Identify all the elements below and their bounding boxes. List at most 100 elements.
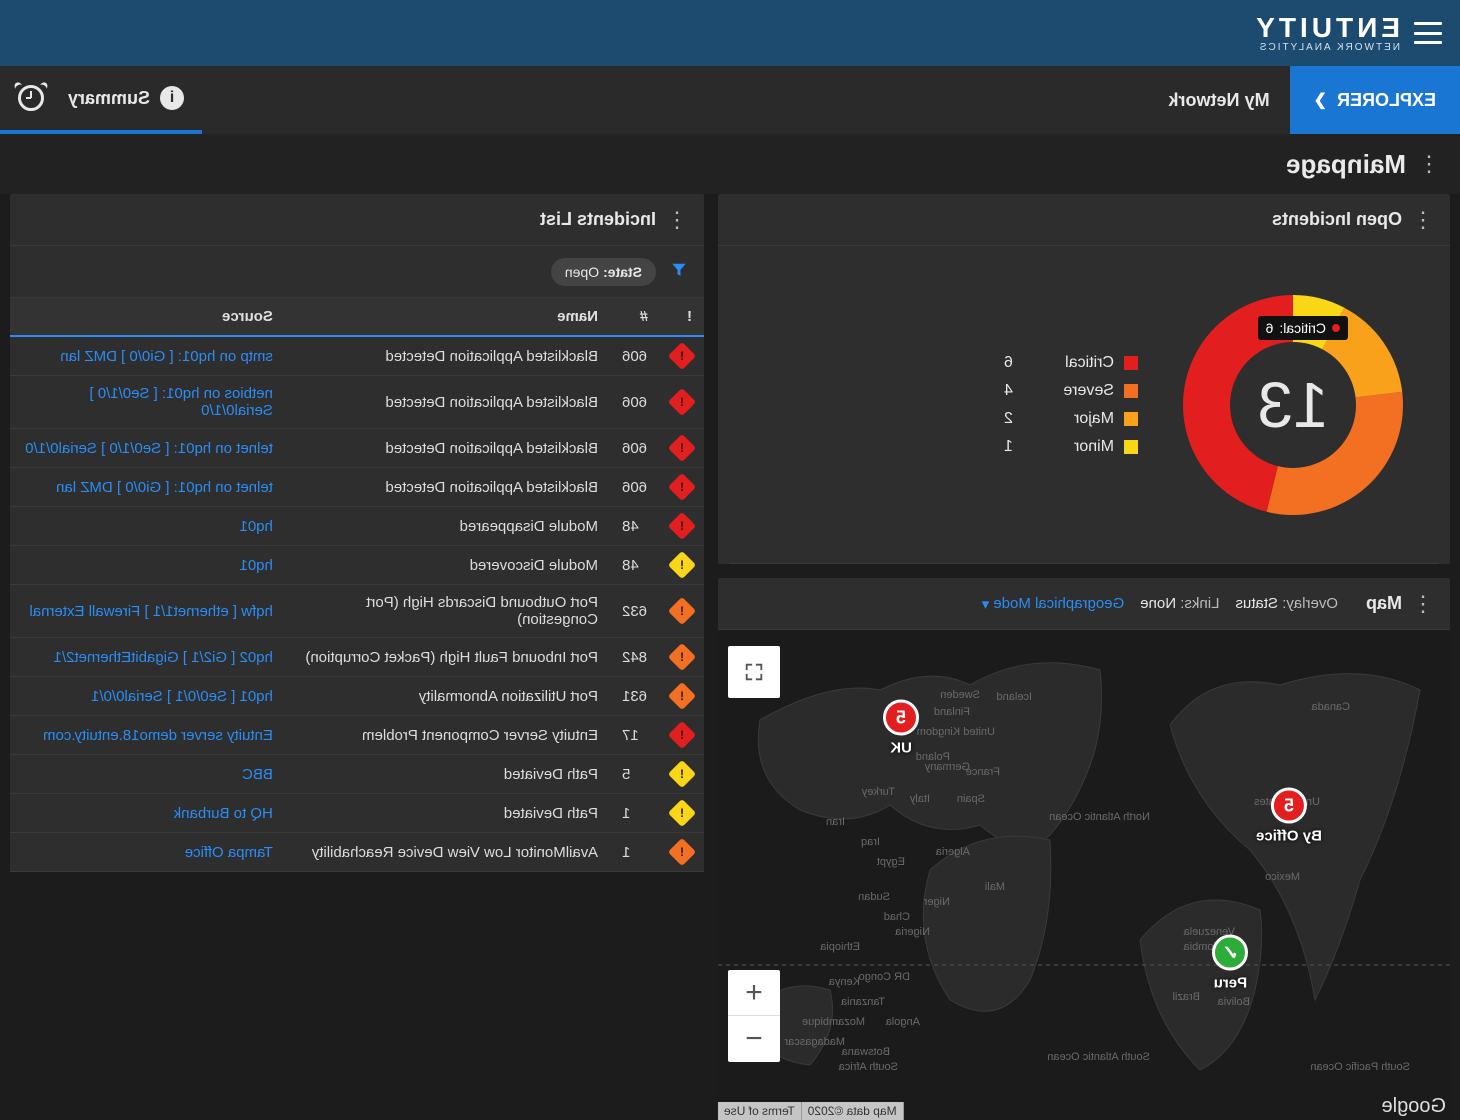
cell-count: 1 [610,833,660,872]
source-link[interactable]: BBC [242,766,273,783]
legend-item[interactable]: Severe 4 [1004,382,1138,400]
source-link[interactable]: hq02 [ Gi2/1 ] GigabitEthernet2/1 [54,649,273,666]
severity-badge-icon: ! [668,597,696,625]
table-row[interactable]: ! 17 Entuity Server Component Problem En… [10,716,704,755]
map-pin[interactable]: 5 UK [883,700,919,757]
svg-text:Algeria: Algeria [935,846,970,858]
legend-value: 1 [1004,438,1024,456]
zoom-out-button[interactable]: − [728,1016,780,1062]
cell-severity: ! [660,585,704,638]
source-link[interactable]: hq01 [240,557,273,574]
tab-summary[interactable]: i Summary [0,66,202,134]
table-row[interactable]: ! 1 Path Deviated HQ to Burbank [10,794,704,833]
map-pin[interactable]: 5 By Office [1256,788,1322,845]
breadcrumb[interactable]: My Network [1149,90,1290,111]
svg-text:Poland: Poland [916,751,950,763]
overlay-label: Overlay: Status [1235,595,1338,613]
source-link[interactable]: Entuity server demo18.entuity.com [43,727,273,744]
alarm-clock-icon[interactable] [18,85,44,111]
page-title-row: ⋮ Mainpage [0,134,1460,194]
filter-icon[interactable] [670,260,688,283]
table-row[interactable]: ! 606 Blacklisted Application Detected t… [10,429,704,468]
map-mode-dropdown[interactable]: Geographical Mode ▾ [982,595,1124,613]
legend-item[interactable]: Major 2 [1004,410,1138,428]
cell-count: 631 [610,677,660,716]
map-pin[interactable]: ✓ Peru [1212,935,1248,992]
legend-item[interactable]: Critical 6 [1004,354,1138,372]
legend-label: Severe [1034,382,1114,400]
source-link[interactable]: hq01 [ Se0/0/1 ] Serial0/0/1 [91,688,273,705]
page-menu-icon[interactable]: ⋮ [1420,151,1440,177]
cell-severity: ! [660,677,704,716]
cell-name: Module Discovered [285,546,610,585]
caret-down-icon: ▾ [982,595,990,613]
legend-value: 2 [1004,410,1024,428]
col-name[interactable]: Name [285,298,610,336]
table-row[interactable]: ! 632 Port Outbound Discards High (Port … [10,585,704,638]
source-link[interactable]: HQ to Burbank [174,805,273,822]
map-canvas[interactable]: Canada United States Mexico Venezuela Co… [718,630,1450,1120]
table-row[interactable]: ! 842 Port Inbound Fault High (Packet Co… [10,638,704,677]
panel-menu-icon[interactable]: ⋮ [668,207,688,233]
source-link[interactable]: hqfw [ ethernet1/1 ] Firewall External [29,603,272,620]
svg-text:South Pacific Ocean: South Pacific Ocean [1310,1061,1410,1073]
source-link[interactable]: hq01 [240,518,273,535]
brand-subtitle: NETWORK ANALYTICS [1252,42,1400,53]
cell-severity: ! [660,833,704,872]
col-source[interactable]: Source [10,298,285,336]
source-link[interactable]: netbios on hq01: [ Se0/1/0 ] Serial0/1/0 [89,385,272,419]
svg-text:Angola: Angola [885,1016,920,1028]
source-link[interactable]: telnet on hq01: [ Se0/1/0 ] Serial0/1/0 [25,440,273,457]
cell-name: Path Deviated [285,794,610,833]
fullscreen-button[interactable] [728,646,780,698]
svg-text:France: France [966,766,1000,778]
svg-text:Niger: Niger [923,896,950,908]
info-icon: i [160,86,184,110]
col-severity[interactable]: ! [660,298,704,336]
cell-count: 606 [610,336,660,376]
col-count[interactable]: # [610,298,660,336]
incidents-donut[interactable]: 13 Critical: 6 [1178,290,1408,520]
source-link[interactable]: Tampa Office [185,844,273,861]
zoom-in-button[interactable]: + [728,970,780,1016]
legend-swatch [1124,384,1138,398]
svg-text:Nigeria: Nigeria [894,926,930,938]
brand-block: ENTUITY NETWORK ANALYTICS [1252,14,1400,53]
cell-source: hq02 [ Gi2/1 ] GigabitEthernet2/1 [10,638,285,677]
panel-menu-icon[interactable]: ⋮ [1414,207,1434,233]
svg-text:Kenya: Kenya [828,976,860,988]
filter-chip-state[interactable]: State:Open [551,258,656,286]
severity-badge-icon: ! [668,388,696,416]
cell-count: 48 [610,507,660,546]
table-row[interactable]: ! 606 Blacklisted Application Detected n… [10,376,704,429]
table-row[interactable]: ! 606 Blacklisted Application Detected t… [10,468,704,507]
svg-text:Italy: Italy [909,793,930,805]
app-banner: ENTUITY NETWORK ANALYTICS [0,0,1460,66]
svg-text:Mexico: Mexico [1265,871,1300,883]
cell-source: hq01 [10,546,285,585]
explorer-button[interactable]: EXPLORER ❯ [1290,66,1460,134]
panel-menu-icon[interactable]: ⋮ [1414,591,1434,617]
source-link[interactable]: telnet on hq01: [ Gi0/0 ] DMZ lan [56,479,273,496]
cell-name: Port Utilization Abnormality [285,677,610,716]
legend-swatch [1124,440,1138,454]
table-row[interactable]: ! 5 Path Deviated BBC [10,755,704,794]
svg-text:North Atlantic Ocean: North Atlantic Ocean [1049,811,1150,823]
table-row[interactable]: ! 631 Port Utilization Abnormality hq01 … [10,677,704,716]
legend-item[interactable]: Minor 1 [1004,438,1138,456]
legend-swatch [1124,356,1138,370]
svg-text:Tanzania: Tanzania [840,996,885,1008]
svg-text:Turkey: Turkey [861,786,895,798]
svg-text:Iran: Iran [826,816,845,828]
table-row[interactable]: ! 48 Module Discovered hq01 [10,546,704,585]
table-row[interactable]: ! 1 AvailMonitor Low View Device Reachab… [10,833,704,872]
hamburger-icon[interactable] [1414,22,1442,44]
source-link[interactable]: smtp on hq01: [ Gi0/0 ] DMZ lan [60,348,273,365]
cell-source: Entuity server demo18.entuity.com [10,716,285,755]
svg-text:Chad: Chad [884,911,910,923]
table-row[interactable]: ! 48 Module Disappeared hq01 [10,507,704,546]
pin-label: By Office [1256,828,1322,845]
table-row[interactable]: ! 606 Blacklisted Application Detected s… [10,336,704,376]
cell-name: Blacklisted Application Detected [285,376,610,429]
svg-text:Mozambique: Mozambique [802,1016,865,1028]
